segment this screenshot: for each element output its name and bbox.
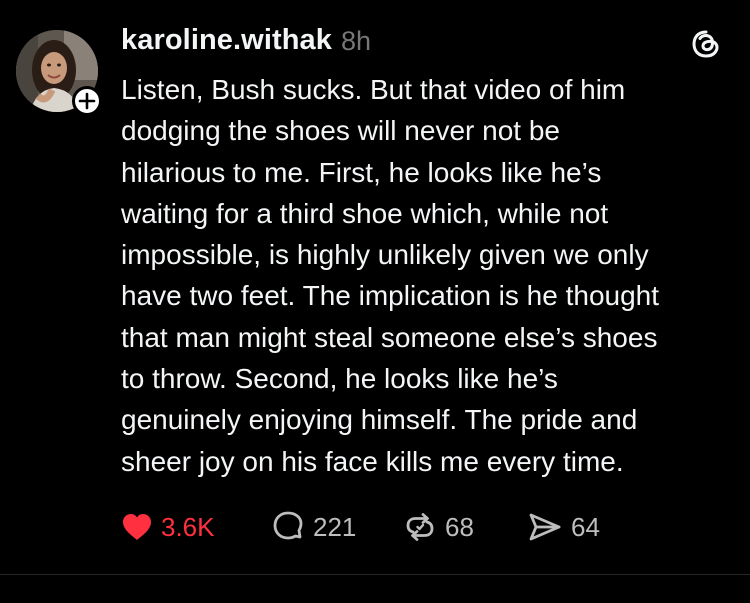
threads-logo-icon[interactable] xyxy=(690,28,722,60)
share-count: 64 xyxy=(571,511,600,542)
send-icon xyxy=(529,513,561,541)
comment-bubble-icon xyxy=(273,511,303,540)
username[interactable]: karoline.withak xyxy=(121,24,332,57)
post-actions: 3.6K 221 68 64 xyxy=(121,507,641,547)
repost-icon xyxy=(406,513,434,541)
repost-count: 68 xyxy=(445,511,474,542)
heart-icon xyxy=(123,514,151,540)
repost-button[interactable]: 68 xyxy=(403,507,474,547)
like-button[interactable]: 3.6K xyxy=(121,507,215,547)
thread-post: karoline.withak 8h Listen, Bush sucks. B… xyxy=(0,0,750,575)
reply-button[interactable]: 221 xyxy=(271,507,356,547)
like-count: 3.6K xyxy=(161,511,215,542)
plus-icon xyxy=(78,92,96,110)
reply-count: 221 xyxy=(313,511,357,542)
share-button[interactable]: 64 xyxy=(527,507,600,547)
follow-button[interactable] xyxy=(72,86,102,116)
post-divider xyxy=(0,574,750,575)
post-body-text: Listen, Bush sucks. But that video of hi… xyxy=(121,74,660,477)
post-timestamp: 8h xyxy=(341,26,372,56)
